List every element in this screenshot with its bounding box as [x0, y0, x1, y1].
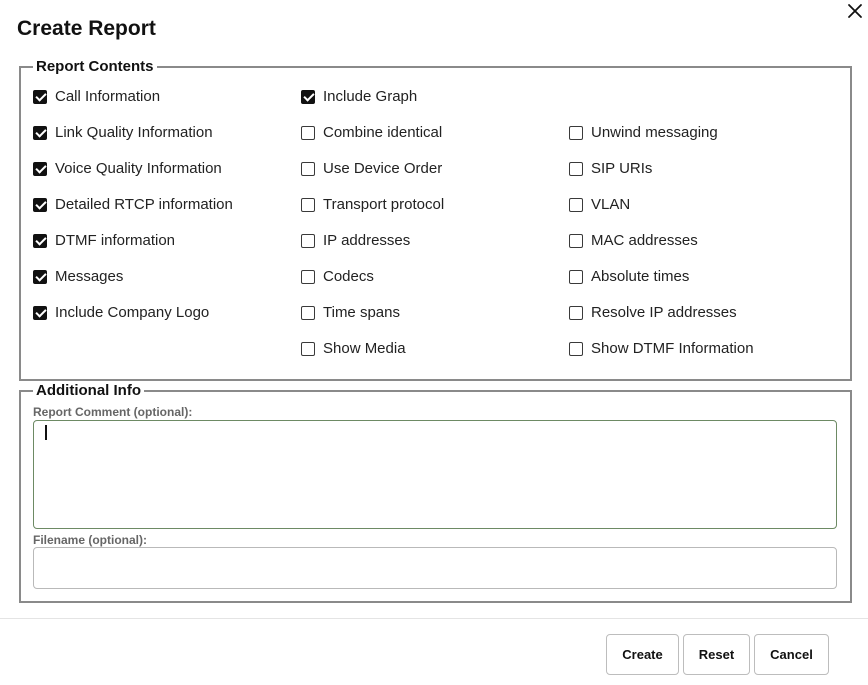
- checkbox-messages[interactable]: Messages: [33, 268, 123, 285]
- checkbox-include-company-logo[interactable]: Include Company Logo: [33, 304, 209, 321]
- checkbox-unchecked-icon[interactable]: [569, 233, 583, 248]
- dialog-title: Create Report: [17, 17, 156, 40]
- checkbox-label: MAC addresses: [591, 232, 698, 249]
- checkbox-label: SIP URIs: [591, 160, 653, 177]
- checkbox-show-dtmf-information[interactable]: Show DTMF Information: [569, 340, 754, 357]
- checkbox-unchecked-icon[interactable]: [569, 161, 583, 176]
- checkbox-show-media[interactable]: Show Media: [301, 340, 406, 357]
- checkbox-unchecked-icon[interactable]: [569, 341, 583, 356]
- cancel-button[interactable]: Cancel: [754, 634, 829, 675]
- report-contents-legend: Report Contents: [36, 58, 154, 75]
- checkbox-label: Codecs: [323, 268, 374, 285]
- checkbox-time-spans[interactable]: Time spans: [301, 304, 400, 321]
- checkbox-label: Unwind messaging: [591, 124, 718, 141]
- checkbox-unchecked-icon[interactable]: [301, 341, 315, 356]
- close-icon[interactable]: [845, 2, 865, 22]
- report-comment-label: Report Comment (optional):: [33, 405, 193, 419]
- checkbox-label: Messages: [55, 268, 124, 285]
- filename-label: Filename (optional):: [33, 533, 147, 547]
- checkbox-unwind-messaging[interactable]: Unwind messaging: [569, 124, 718, 141]
- checkbox-checked-icon[interactable]: [33, 233, 47, 248]
- checkbox-unchecked-icon[interactable]: [301, 305, 315, 320]
- checkbox-vlan[interactable]: VLAN: [569, 196, 630, 213]
- checkbox-checked-icon[interactable]: [33, 269, 47, 284]
- checkbox-call-information[interactable]: Call Information: [33, 88, 160, 105]
- text-caret: [45, 425, 47, 440]
- checkbox-unchecked-icon[interactable]: [301, 197, 315, 212]
- checkbox-unchecked-icon[interactable]: [301, 233, 315, 248]
- checkbox-label: Resolve IP addresses: [591, 304, 737, 321]
- checkbox-label: Call Information: [55, 88, 161, 105]
- checkbox-resolve-ip-addresses[interactable]: Resolve IP addresses: [569, 304, 737, 321]
- checkbox-unchecked-icon[interactable]: [301, 269, 315, 284]
- checkbox-label: Absolute times: [591, 268, 690, 285]
- checkbox-link-quality-information[interactable]: Link Quality Information: [33, 124, 213, 141]
- checkbox-label: IP addresses: [323, 232, 411, 249]
- checkbox-transport-protocol[interactable]: Transport protocol: [301, 196, 444, 213]
- checkbox-checked-icon[interactable]: [33, 305, 47, 320]
- report-contents-group: Report Contents: [19, 58, 852, 381]
- checkbox-ip-addresses[interactable]: IP addresses: [301, 232, 410, 249]
- checkbox-absolute-times[interactable]: Absolute times: [569, 268, 689, 285]
- checkbox-label: Include Company Logo: [55, 304, 210, 321]
- checkbox-label: Combine identical: [323, 124, 443, 141]
- checkbox-label: Voice Quality Information: [55, 160, 222, 177]
- checkbox-checked-icon[interactable]: [33, 125, 47, 140]
- checkbox-label: VLAN: [591, 196, 631, 213]
- checkbox-label: Time spans: [323, 304, 400, 321]
- checkbox-label: Link Quality Information: [55, 124, 213, 141]
- footer-divider: [0, 618, 868, 619]
- additional-info-legend: Additional Info: [36, 382, 141, 399]
- checkbox-label: Transport protocol: [323, 196, 445, 213]
- checkbox-voice-quality-information[interactable]: Voice Quality Information: [33, 160, 222, 177]
- filename-input[interactable]: [33, 547, 837, 589]
- checkbox-codecs[interactable]: Codecs: [301, 268, 374, 285]
- checkbox-checked-icon[interactable]: [33, 197, 47, 212]
- checkbox-detailed-rtcp-information[interactable]: Detailed RTCP information: [33, 196, 233, 213]
- checkbox-label: DTMF information: [55, 232, 176, 249]
- checkbox-label: Include Graph: [323, 88, 418, 105]
- checkbox-unchecked-icon[interactable]: [569, 197, 583, 212]
- checkbox-sip-uris[interactable]: SIP URIs: [569, 160, 652, 177]
- create-button[interactable]: Create: [606, 634, 679, 675]
- checkbox-mac-addresses[interactable]: MAC addresses: [569, 232, 698, 249]
- checkbox-label: Use Device Order: [323, 160, 443, 177]
- checkbox-checked-icon[interactable]: [33, 161, 47, 176]
- checkbox-checked-icon[interactable]: [301, 89, 315, 104]
- report-comment-input[interactable]: [33, 420, 837, 529]
- checkbox-unchecked-icon[interactable]: [301, 161, 315, 176]
- reset-button[interactable]: Reset: [683, 634, 750, 675]
- checkbox-dtmf-information[interactable]: DTMF information: [33, 232, 175, 249]
- checkbox-checked-icon[interactable]: [33, 89, 47, 104]
- checkbox-combine-identical[interactable]: Combine identical: [301, 124, 442, 141]
- checkbox-include-graph[interactable]: Include Graph: [301, 88, 417, 105]
- checkbox-unchecked-icon[interactable]: [301, 125, 315, 140]
- checkbox-use-device-order[interactable]: Use Device Order: [301, 160, 442, 177]
- checkbox-unchecked-icon[interactable]: [569, 305, 583, 320]
- checkbox-unchecked-icon[interactable]: [569, 125, 583, 140]
- checkbox-label: Show Media: [323, 340, 406, 357]
- checkbox-label: Show DTMF Information: [591, 340, 754, 357]
- checkbox-unchecked-icon[interactable]: [569, 269, 583, 284]
- checkbox-label: Detailed RTCP information: [55, 196, 233, 213]
